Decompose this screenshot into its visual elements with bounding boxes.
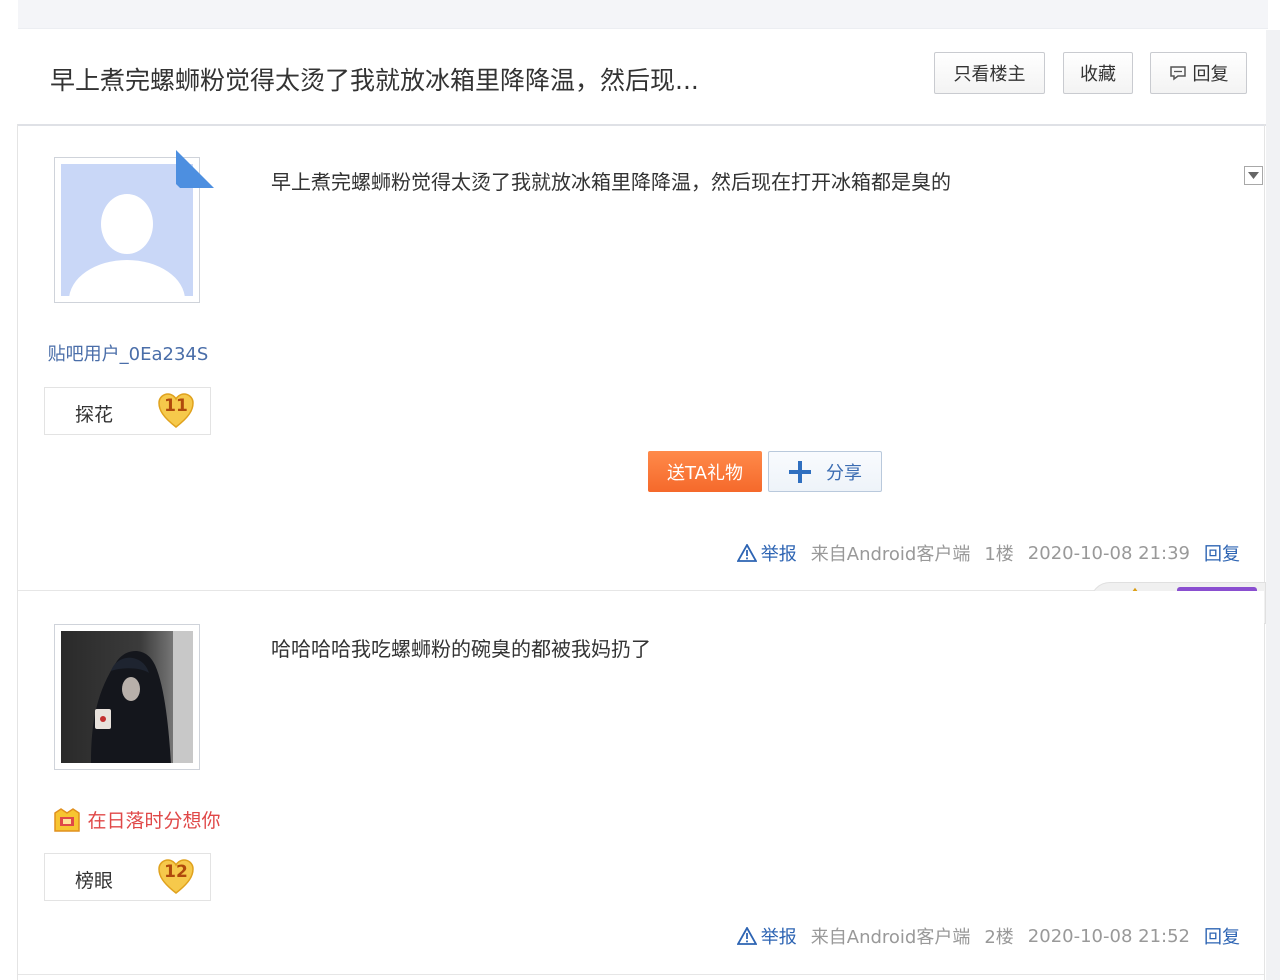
thread-title: 早上煮完螺蛳粉觉得太烫了我就放冰箱里降降温，然后现... <box>50 66 699 95</box>
caret-down-icon[interactable] <box>1244 166 1263 185</box>
post-2: 在日落时分想你 榜眼 12 哈哈哈哈我吃螺蛳粉的碗臭的都被我妈扔了 举报 来自A… <box>18 591 1264 973</box>
send-gift-label: 送TA礼物 <box>667 462 743 484</box>
reply-button[interactable]: 回复 <box>1150 52 1247 94</box>
bottom-border <box>18 974 1264 975</box>
comment-icon <box>1169 64 1187 82</box>
report-link[interactable]: 举报 <box>736 540 797 566</box>
share-label: 分享 <box>826 462 862 484</box>
floor-number: 2楼 <box>984 927 1014 948</box>
reply-link[interactable]: 回复 <box>1204 923 1240 949</box>
level-box[interactable]: 榜眼 12 <box>44 853 211 901</box>
report-label: 举报 <box>760 927 797 948</box>
post-content: 早上煮完螺蛳粉觉得太烫了我就放冰箱里降降温，然后现在打开冰箱都是臭的 <box>271 170 951 194</box>
warning-triangle-icon <box>736 544 757 562</box>
post-time: 2020-10-08 21:52 <box>1027 925 1190 947</box>
client-source: 来自Android客户端 <box>810 927 971 948</box>
default-avatar-icon <box>61 164 193 296</box>
warning-triangle-icon <box>736 927 757 945</box>
avatar[interactable] <box>54 624 200 770</box>
only-op-button[interactable]: 只看楼主 <box>934 52 1045 94</box>
report-link[interactable]: 举报 <box>736 923 797 949</box>
floor-number: 1楼 <box>984 544 1014 565</box>
op-badge-label: 楼主 <box>193 126 228 160</box>
heart-badge-icon: 12 <box>157 858 195 896</box>
post-tail: 举报 来自Android客户端 2楼 2020-10-08 21:52 回复 <box>736 923 1240 949</box>
username[interactable]: 贴吧用户_0Ea234S <box>18 340 238 366</box>
post-2-author: 在日落时分想你 榜眼 12 <box>18 591 238 973</box>
reply-link[interactable]: 回复 <box>1204 540 1240 566</box>
username-label: 在日落时分想你 <box>87 810 221 832</box>
level-box[interactable]: 探花 11 <box>44 387 211 435</box>
user-photo <box>61 631 193 763</box>
thread-header: 早上煮完螺蛳粉觉得太烫了我就放冰箱里降降温，然后现... 只看楼主 收藏 回复 <box>18 30 1266 126</box>
op-badge: 楼主 <box>176 126 238 188</box>
heart-badge-icon: 11 <box>157 392 195 430</box>
send-gift-button[interactable]: 送TA礼物 <box>648 451 762 492</box>
top-strip <box>18 0 1268 29</box>
favorite-label: 收藏 <box>1080 64 1116 85</box>
client-source: 来自Android客户端 <box>810 544 971 565</box>
post-1: 贴吧用户_0Ea234S 探花 11 楼主 早上煮完螺蛳粉觉得太烫了我就放冰箱里… <box>18 126 1264 590</box>
level-number: 12 <box>164 862 188 882</box>
post-tail: 举报 来自Android客户端 1楼 2020-10-08 21:39 回复 <box>736 540 1240 566</box>
vip-icon <box>53 807 81 833</box>
favorite-button[interactable]: 收藏 <box>1063 52 1133 94</box>
reply-label: 回复 <box>1192 64 1229 85</box>
level-name: 榜眼 <box>75 870 114 892</box>
level-number: 11 <box>164 396 188 416</box>
level-name: 探花 <box>75 404 114 426</box>
share-button[interactable]: 分享 <box>768 451 882 492</box>
post-1-author: 贴吧用户_0Ea234S 探花 11 <box>18 126 238 590</box>
username[interactable]: 在日落时分想你 <box>36 806 238 833</box>
right-scroll-area <box>1266 30 1280 980</box>
frame-right-border <box>1264 124 1265 980</box>
report-label: 举报 <box>760 544 797 565</box>
post-time: 2020-10-08 21:39 <box>1027 542 1190 564</box>
only-op-label: 只看楼主 <box>953 64 1026 85</box>
plus-icon <box>788 460 812 484</box>
post-content: 哈哈哈哈我吃螺蛳粉的碗臭的都被我妈扔了 <box>271 637 651 661</box>
